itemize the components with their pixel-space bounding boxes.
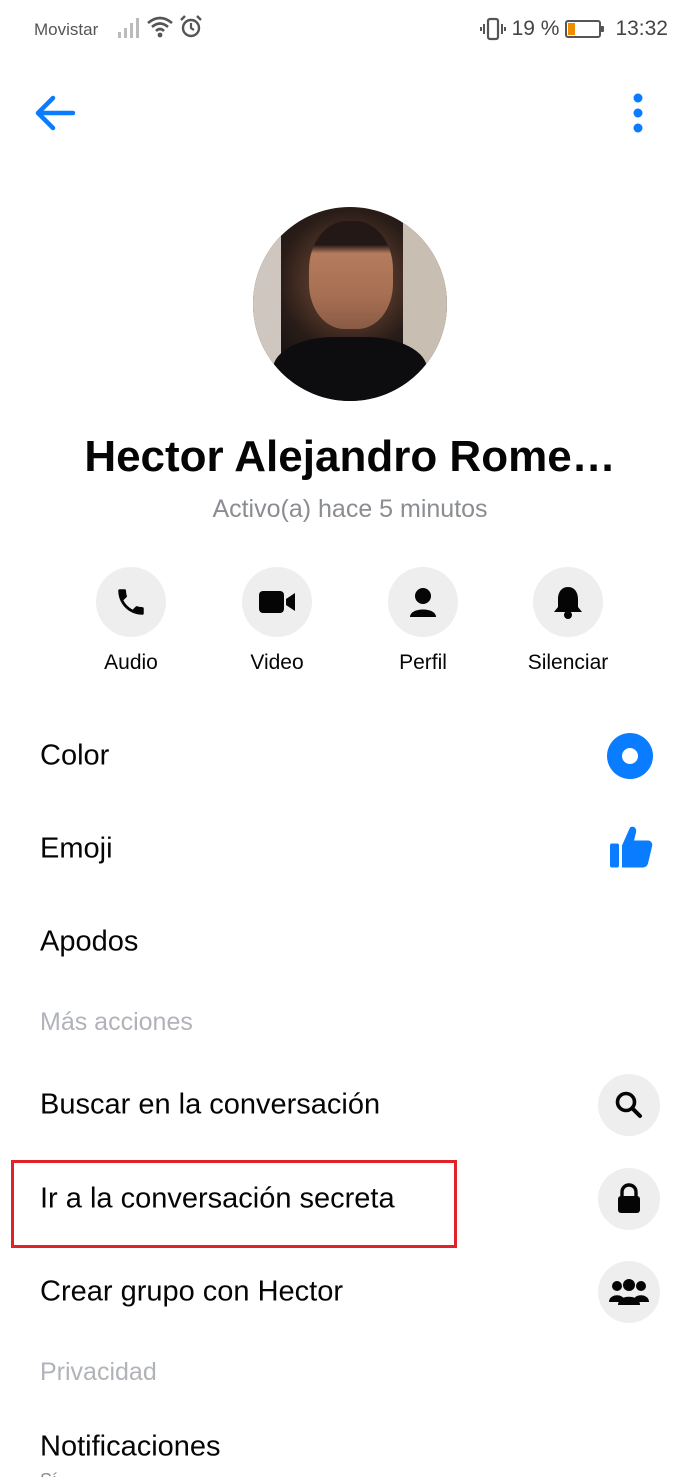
active-status: Activo(a) hace 5 minutos [212,495,488,523]
search-circle [598,1074,660,1136]
phone-icon [118,589,144,615]
thumbs-up-icon [610,826,653,868]
create-group-row[interactable]: Crear grupo con Hector [0,1252,700,1332]
more-vertical-icon [633,93,643,133]
highlight-annotation [11,1160,457,1248]
emoji-row[interactable]: Emoji [0,809,700,889]
search-icon [615,1091,642,1118]
profile-button[interactable]: Perfil [358,567,488,675]
vibrate-icon [479,17,506,41]
battery-icon [565,20,605,38]
emoji-label: Emoji [40,832,113,865]
profile-label: Perfil [399,651,447,674]
audio-call-button[interactable]: Audio [66,567,196,675]
nicknames-row[interactable]: Apodos [0,902,700,982]
nicknames-label: Apodos [40,925,139,958]
more-actions-header: Más acciones [40,1008,193,1036]
group-circle [598,1261,660,1323]
video-call-circle[interactable] [242,567,312,637]
video-call-label: Video [250,651,304,674]
avatar[interactable] [253,207,447,401]
wifi-icon [147,16,173,38]
status-bar: Movistar 19 % 13:32 [0,0,700,60]
battery-percent: 19 % [511,17,560,40]
clock: 13:32 [615,17,668,40]
notifications-row[interactable]: Notificaciones [0,1407,700,1477]
create-group-label: Crear grupo con Hector [40,1275,344,1308]
color-row[interactable]: Color [0,716,700,796]
audio-call-label: Audio [104,651,158,674]
back-button[interactable] [30,90,80,136]
privacy-header: Privacidad [40,1358,157,1386]
signal-icon [118,18,139,38]
status-icons-left [116,14,204,40]
search-conversation-label: Buscar en la conversación [40,1088,381,1121]
bell-icon [554,587,582,619]
mute-label: Silenciar [527,651,609,674]
group-icon [609,1279,649,1305]
contact-name: Hector Alejandro Rome… [84,432,616,481]
audio-call-circle[interactable] [96,567,166,637]
profile-circle[interactable] [388,567,458,637]
mute-circle[interactable] [533,567,603,637]
search-conversation-row[interactable]: Buscar en la conversación [0,1065,700,1145]
profile-icon [410,588,436,617]
mute-button[interactable]: Silenciar [503,567,633,675]
notifications-status: Sí [40,1470,57,1477]
carrier-name: Movistar [34,20,99,39]
color-label: Color [40,739,110,772]
notifications-label: Notificaciones [40,1430,221,1463]
more-options-button[interactable] [620,90,656,136]
lock-icon [618,1183,640,1213]
theme-color-swatch [607,733,653,779]
back-arrow-icon [35,95,76,131]
status-icons-right: 19 % 13:32 [479,16,668,42]
alarm-icon [180,15,202,38]
lock-circle [598,1168,660,1230]
video-camera-icon [259,591,295,613]
video-call-button[interactable]: Video [212,567,342,675]
